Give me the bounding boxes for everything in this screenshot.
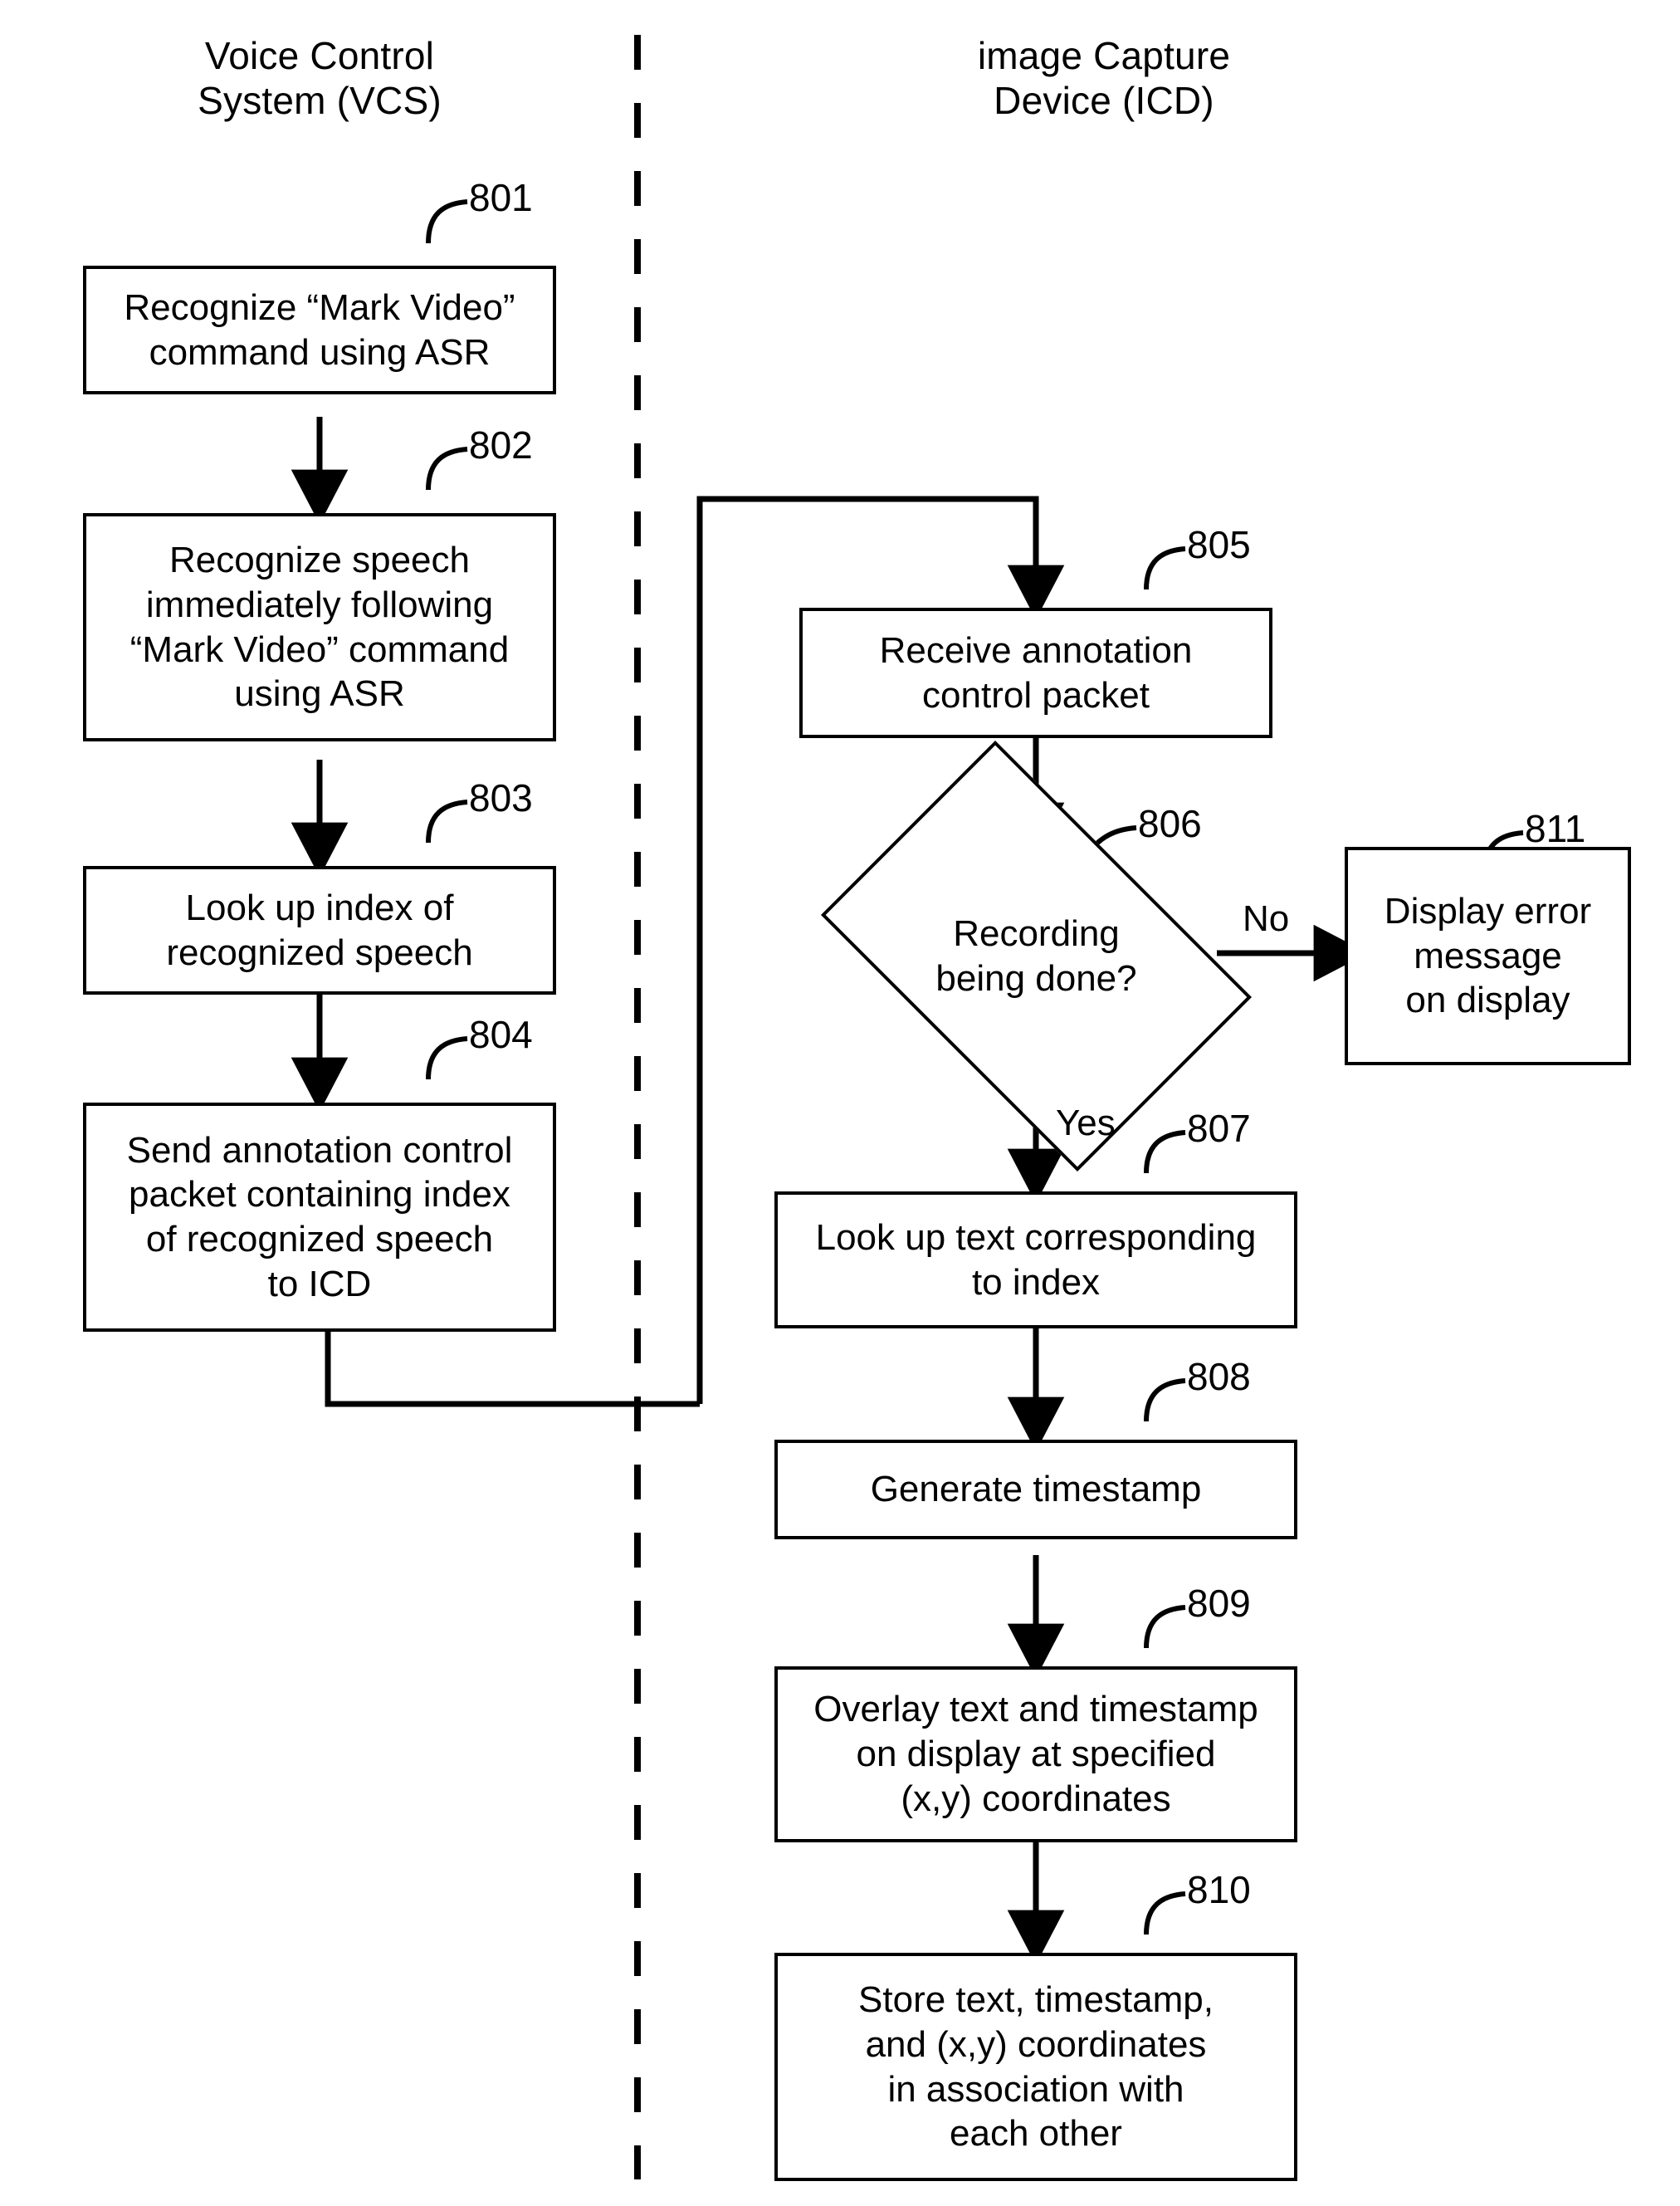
leader-810	[1144, 1891, 1186, 1935]
process-node-808[interactable]: Generate timestamp	[774, 1440, 1297, 1539]
column-header-icd: image Capture Device (ICD)	[977, 34, 1231, 123]
decision-node-806-label: Recording being done?	[935, 912, 1137, 999]
leader-802	[426, 447, 468, 491]
leader-807	[1144, 1130, 1186, 1174]
process-node-803[interactable]: Look up index of recognized speech	[83, 866, 556, 995]
ref-numeral-802: 802	[469, 423, 533, 467]
patent-flowchart-figure: Voice Control System (VCS) image Capture…	[0, 0, 1680, 2206]
leader-804	[426, 1036, 468, 1080]
ref-numeral-805: 805	[1187, 523, 1251, 566]
branch-label-yes: Yes	[1056, 1103, 1116, 1143]
process-node-810[interactable]: Store text, timestamp, and (x,y) coordin…	[774, 1953, 1297, 2181]
ref-numeral-804: 804	[469, 1013, 533, 1056]
leader-805	[1144, 546, 1186, 590]
process-node-801[interactable]: Recognize “Mark Video” command using ASR	[83, 266, 556, 394]
process-node-807[interactable]: Look up text corresponding to index	[774, 1191, 1297, 1328]
process-node-809[interactable]: Overlay text and timestamp on display at…	[774, 1666, 1297, 1842]
decision-node-806[interactable]: Recording being done?	[820, 740, 1253, 1172]
branch-label-no: No	[1243, 898, 1290, 939]
leader-809	[1144, 1605, 1186, 1649]
ref-numeral-803: 803	[469, 776, 533, 819]
ref-numeral-809: 809	[1187, 1582, 1251, 1625]
ref-numeral-811: 811	[1525, 807, 1586, 850]
ref-numeral-807: 807	[1187, 1107, 1251, 1150]
leader-801	[426, 199, 468, 244]
process-node-811[interactable]: Display error message on display	[1345, 847, 1631, 1065]
leader-803	[426, 800, 468, 844]
ref-numeral-808: 808	[1187, 1355, 1251, 1398]
process-node-805[interactable]: Receive annotation control packet	[799, 608, 1272, 738]
process-node-804[interactable]: Send annotation control packet containin…	[83, 1103, 556, 1332]
connector-804-805	[325, 1332, 700, 1407]
column-header-vcs: Voice Control System (VCS)	[198, 34, 442, 123]
process-node-802[interactable]: Recognize speech immediately following “…	[83, 513, 556, 741]
ref-numeral-806: 806	[1138, 802, 1202, 845]
leader-808	[1144, 1378, 1186, 1422]
ref-numeral-801: 801	[469, 176, 533, 219]
ref-numeral-810: 810	[1187, 1868, 1251, 1911]
